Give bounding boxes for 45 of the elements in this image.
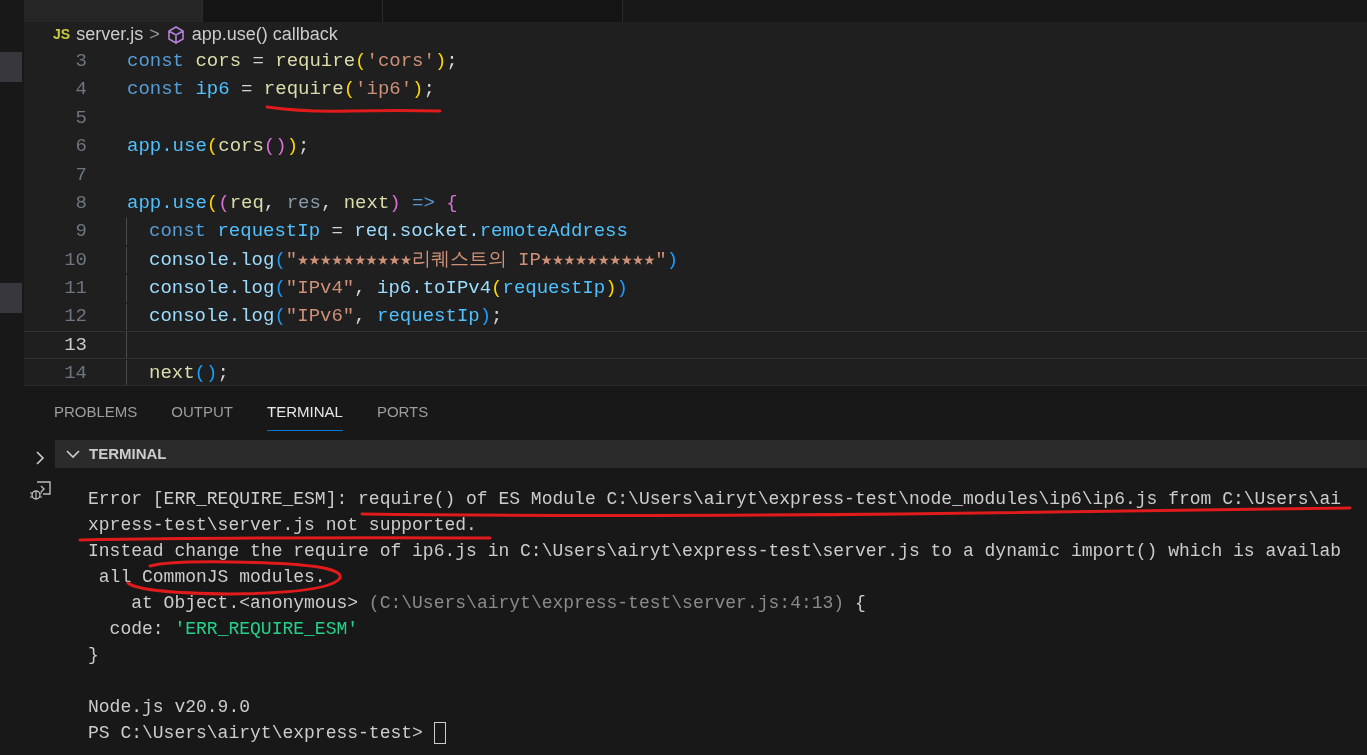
terminal-line: Node.js v20.9.0 — [88, 696, 251, 719]
debug-console-icon[interactable] — [27, 480, 52, 502]
line-number: 7 — [74, 162, 87, 188]
javascript-file-icon: JS — [53, 24, 71, 45]
cube-icon — [165, 24, 186, 45]
code-line: app.use((req, res, next) => { — [127, 190, 458, 216]
activity-item[interactable] — [0, 52, 22, 82]
line-number: 5 — [74, 105, 87, 131]
terminal-line: } — [88, 644, 99, 667]
section-title: TERMINAL — [89, 443, 167, 464]
chevron-right-icon[interactable] — [33, 450, 46, 466]
chevron-down-icon[interactable] — [65, 448, 81, 460]
line-number: 12 — [63, 304, 87, 330]
terminal-line: code: 'ERR_REQUIRE_ESM' — [108, 618, 359, 641]
breadcrumb-item[interactable]: app.use() callback — [191, 21, 338, 48]
panel-tab[interactable]: OUTPUT — [171, 395, 234, 431]
line-number: 11 — [63, 276, 87, 302]
activity-item[interactable] — [0, 283, 22, 313]
terminal-line: Instead change the require of ip6.js in C:\Users\airyt\express-test\server.js to a dynamic import() which is availab — [88, 540, 1341, 563]
code-line: const requestIp = req.socket.remoteAddress — [148, 219, 628, 245]
panel-tab[interactable]: PORTS — [376, 395, 429, 431]
terminal-line: xpress-test\server.js not supported. — [88, 514, 477, 537]
line-number: 4 — [74, 77, 87, 103]
code-line: const cors = require('cors'); — [127, 48, 458, 74]
line-number: 10 — [63, 247, 87, 273]
code-line: console.log("IPv4", ip6.toIPv4(requestIp)) — [148, 276, 628, 302]
line-number: 6 — [74, 134, 87, 160]
terminal-line: at Object.<anonymous> (C:\Users\airyt\express-test\server.js:4:13) { — [130, 592, 866, 615]
terminal-line: Error [ERR_REQUIRE_ESM]: require() of ES Module C:\Users\airyt\express-test\node_modules\ip6\ip6.js from C:\Users\ai — [88, 488, 1341, 511]
line-number: 13 — [63, 332, 87, 358]
panel-tab[interactable]: TERMINAL — [267, 395, 343, 431]
terminal-line: all CommonJS modules. — [97, 566, 326, 589]
breadcrumb-separator: > — [149, 23, 160, 46]
breadcrumb-item[interactable]: server.js — [76, 21, 144, 48]
terminal-line: PS C:\Users\airyt\express-test> — [88, 722, 424, 745]
code-line: console.log("★★★★★★★★★★리퀘스트의 IP★★★★★★★★★★") — [148, 247, 679, 273]
code-line: console.log("IPv6", requestIp); — [148, 304, 503, 330]
code-line: next(); — [148, 361, 229, 387]
line-number: 14 — [63, 361, 87, 387]
line-number: 9 — [74, 219, 87, 245]
line-number: 3 — [74, 48, 87, 74]
code-line: app.use(cors()); — [127, 134, 310, 160]
panel-tab[interactable]: PROBLEMS — [54, 395, 138, 431]
code-line: const ip6 = require('ip6'); — [127, 77, 435, 103]
line-number: 8 — [74, 190, 87, 216]
